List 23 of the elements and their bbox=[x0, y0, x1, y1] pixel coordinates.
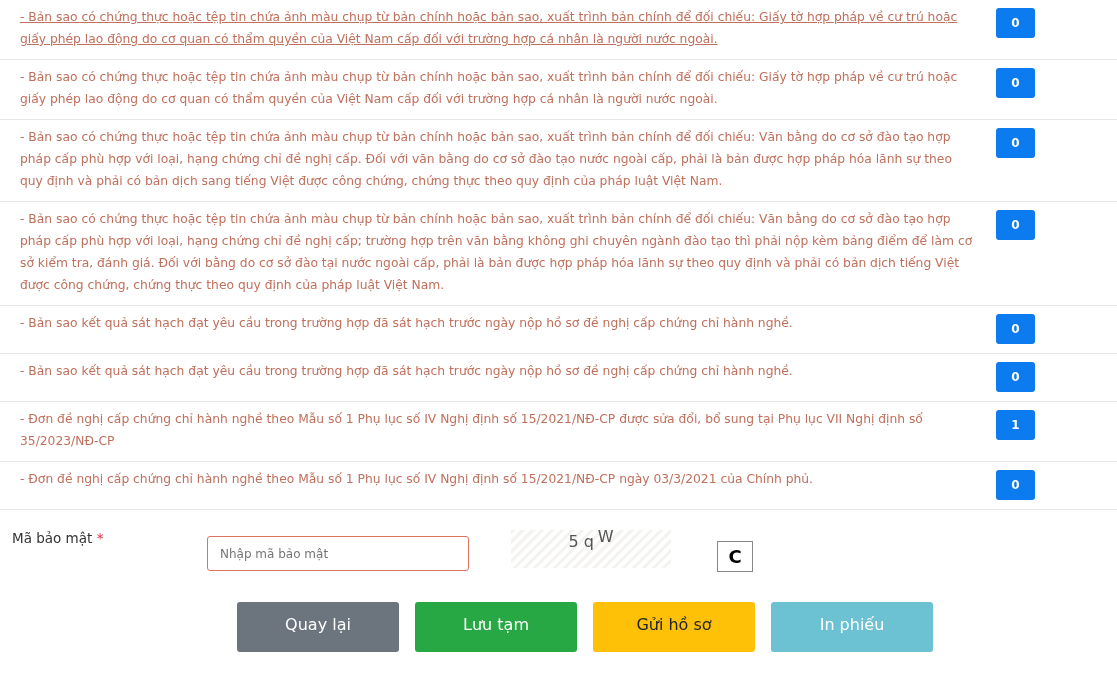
action-button[interactable]: Quay lại bbox=[237, 602, 399, 652]
document-text: - Bản sao có chứng thực hoặc tệp tin chứa ảnh màu chụp từ bản chính hoặc bản sao, xuất trình bản chính để đối chiếu: Văn bằng do cơ sở đào tạo hợp pháp cấp phù hợp với loại, hạng chứng chỉ đề nghị cấp; trường hợp trên văn bằng không ghi chuyên ngành đào tạo thì phải nộp kèm bảng điểm để làm cơ sở kiểm tra, đánh giá. Đối với bằng do cơ sở đào tại nước ngoài cấp, phải là bản được hợp pháp hóa lãnh sự theo quy định và phải có bản dịch tiếng Việt được công chứng, chứng thực theo quy định của pháp luật Việt Nam. bbox=[20, 211, 974, 294]
count-badge: 0 bbox=[996, 128, 1035, 158]
count-badge: 0 bbox=[996, 8, 1035, 38]
count-badge: 0 bbox=[996, 362, 1035, 392]
refresh-button[interactable]: C bbox=[717, 541, 753, 572]
count-badge: 0 bbox=[996, 210, 1035, 240]
document-link[interactable]: - Bản sao có chứng thực hoặc tệp tin chứa ảnh màu chụp từ bản chính hoặc bản sao, xuất trình bản chính để đối chiếu: Giấy tờ hợp pháp về cư trú hoặc giấy phép lao động do cơ quan có thẩm quyền của Việt Nam cấp đối với trường hợp cá nhân là người nước ngoài. bbox=[20, 6, 978, 50]
document-text: - Đơn đề nghị cấp chứng chỉ hành nghề theo Mẫu số 1 Phụ lục số IV Nghị định số 15/2021/NĐ-CP được sửa đổi, bổ sung tại Phụ lục VII Nghị định số 35/2023/NĐ-CP bbox=[20, 411, 924, 450]
document-text: - Đơn đề nghị cấp chứng chỉ hành nghề theo Mẫu số 1 Phụ lục số IV Nghị định số 15/2021/NĐ-CP ngày 03/3/2021 của Chính phủ. bbox=[20, 471, 814, 488]
document-text: - Bản sao có chứng thực hoặc tệp tin chứa ảnh màu chụp từ bản chính hoặc bản sao, xuất trình bản chính để đối chiếu: Giấy tờ hợp pháp về cư trú hoặc giấy phép lao động do cơ quan có thẩm quyền của Việt Nam cấp đối với trường hợp cá nhân là người nước ngoài. bbox=[20, 69, 959, 108]
document-text: - Bản sao có chứng thực hoặc tệp tin chứa ảnh màu chụp từ bản chính hoặc bản sao, xuất trình bản chính để đối chiếu: Văn bằng do cơ sở đào tạo hợp pháp cấp phù hợp với loại, hạng chứng chỉ đề nghị cấp. Đối với văn bằng do cơ sở đào tạo nước ngoài cấp, phải là bản được hợp pháp hóa lãnh sự theo quy định và phải có bản dịch sang tiếng Việt được công chứng, chứng thực theo quy định của pháp luật Việt Nam. bbox=[20, 129, 953, 190]
count-badge: 0 bbox=[996, 68, 1035, 98]
action-button[interactable]: Gửi hồ sơ bbox=[593, 602, 755, 652]
document-text: - Bản sao kết quả sát hạch đạt yêu cầu trong trường hợp đã sát hạch trước ngày nộp hồ sơ đề nghị cấp chứng chỉ hành nghề. bbox=[20, 363, 794, 380]
document-text: - Bản sao kết quả sát hạch đạt yêu cầu trong trường hợp đã sát hạch trước ngày nộp hồ sơ đề nghị cấp chứng chỉ hành nghề. bbox=[20, 315, 794, 332]
action-button[interactable]: Lưu tạm bbox=[415, 602, 577, 652]
count-badge: 0 bbox=[996, 470, 1035, 500]
field-label: Mã bảo mật * bbox=[12, 529, 105, 548]
count-badge: 1 bbox=[996, 410, 1035, 440]
captcha-image: 5 q W bbox=[511, 530, 671, 568]
count-badge: 0 bbox=[996, 314, 1035, 344]
input-field[interactable]: Nhập mã bảo mật bbox=[207, 536, 469, 571]
